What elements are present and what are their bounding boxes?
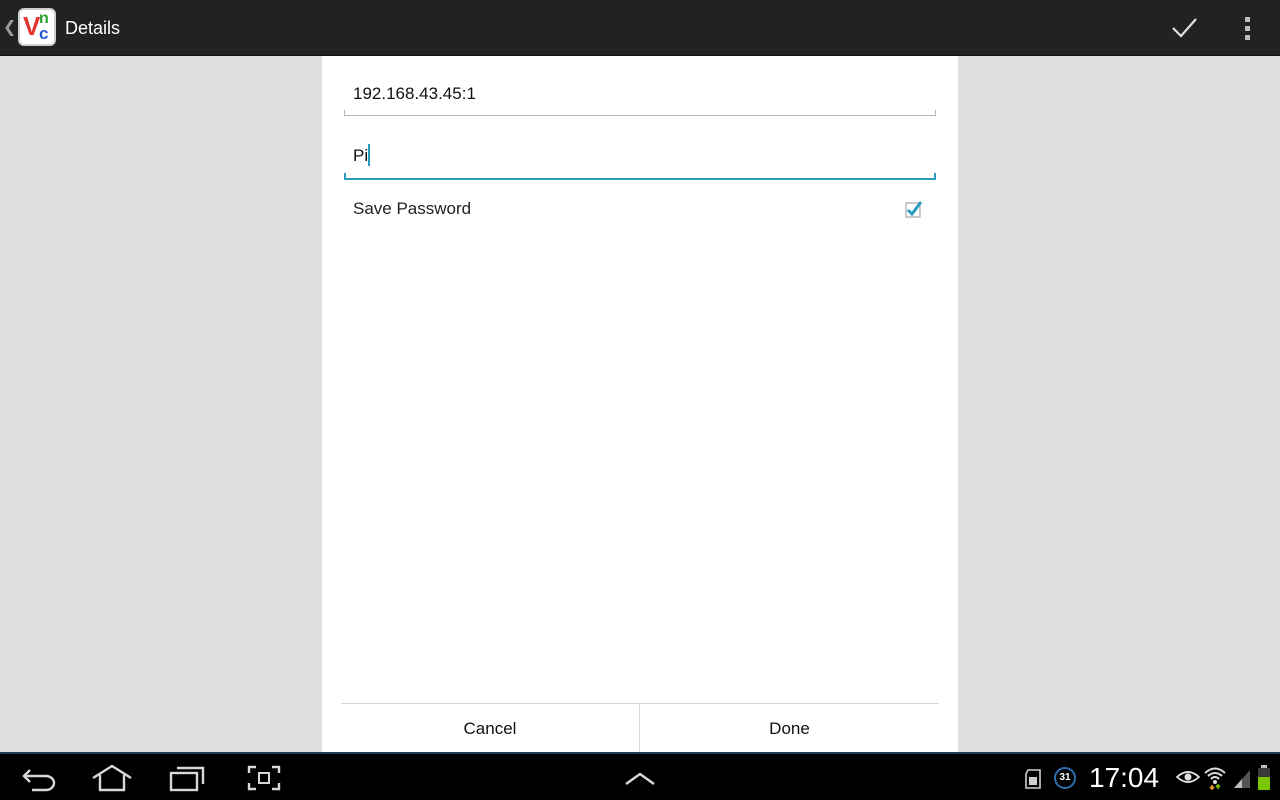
calendar-notification-icon: 31 (1054, 767, 1076, 789)
password-field[interactable] (344, 142, 936, 180)
overflow-menu-icon[interactable] (1236, 10, 1260, 46)
home-icon[interactable] (90, 764, 134, 792)
details-panel: Save Password Cancel Done (322, 56, 958, 753)
recent-apps-icon[interactable] (168, 764, 206, 792)
screenshot-icon[interactable] (246, 764, 282, 792)
battery-icon (1258, 765, 1270, 790)
done-button[interactable]: Done (640, 704, 939, 753)
vnc-app-icon[interactable]: Vnc (18, 8, 56, 46)
page-title: Details (65, 18, 121, 38)
sd-card-icon (1025, 769, 1041, 789)
password-underline (344, 173, 936, 180)
text-cursor (368, 144, 370, 166)
back-icon[interactable] (20, 764, 58, 792)
cancel-button[interactable]: Cancel (341, 704, 640, 753)
check-icon[interactable] (1166, 10, 1202, 46)
eye-icon (1176, 771, 1200, 783)
host-field[interactable] (344, 80, 936, 116)
save-password-row[interactable]: Save Password (353, 196, 927, 224)
wifi-icon (1204, 767, 1226, 790)
chevron-left-icon[interactable]: ❮ (3, 18, 16, 38)
host-underline (344, 110, 936, 116)
host-input[interactable] (344, 81, 936, 107)
system-bar: 31 17:04 (0, 752, 1280, 800)
signal-icon (1234, 770, 1250, 788)
clock: 17:04 (1089, 762, 1160, 793)
dialog-button-bar: Cancel Done (341, 703, 939, 753)
password-input[interactable] (344, 143, 936, 169)
action-bar: ❮ Vnc Details (0, 0, 1280, 56)
save-password-label: Save Password (353, 199, 472, 218)
save-password-checkbox[interactable] (904, 199, 924, 219)
expand-up-icon[interactable] (622, 764, 658, 792)
